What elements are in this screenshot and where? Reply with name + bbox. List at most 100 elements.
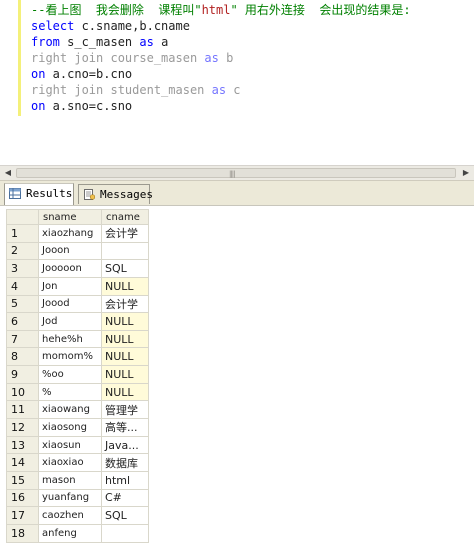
tab-results[interactable]: Results (4, 183, 74, 205)
table-row[interactable]: 8 momom% NULL (6, 347, 149, 367)
column-header-sname[interactable]: sname (38, 209, 102, 225)
table-row[interactable]: 10% NULL (6, 382, 149, 402)
comment-string: html (201, 3, 231, 17)
table-row[interactable]: 11 xiaowang 管理学 (6, 400, 149, 420)
editor-gutter (0, 0, 16, 165)
row-number[interactable]: 6 (6, 312, 39, 331)
comment-prefix: --看上图 我会删除 课程叫" (31, 3, 202, 17)
table-row[interactable]: 15 mason html (6, 470, 149, 490)
row-number[interactable]: 10 (6, 382, 39, 402)
table-row[interactable]: 17 caozhen SQL (6, 506, 149, 525)
cell-cname[interactable]: 会计学 (101, 224, 149, 243)
row-number[interactable]: 14 (6, 453, 39, 472)
cell-sname[interactable]: Jooooon (38, 259, 102, 278)
row-number[interactable]: 13 (6, 435, 39, 455)
cell-sname[interactable]: xiaosun (38, 435, 102, 455)
row-number[interactable]: 7 (6, 329, 39, 349)
horizontal-scrollbar[interactable]: ◀ |||| ▶ (0, 165, 474, 180)
keyword: on (31, 99, 46, 113)
cell-cname[interactable]: 数据库 (101, 453, 149, 472)
table-row[interactable]: 2 Jooon (6, 241, 149, 261)
cell-cname[interactable]: NULL (101, 276, 149, 296)
table-row[interactable]: 1 xiaozhang 会计学 (6, 224, 149, 243)
cell-cname[interactable]: 高等... (101, 418, 149, 437)
table-row[interactable]: 14 xiaoxiao 数据库 (6, 453, 149, 472)
row-number[interactable]: 8 (6, 347, 39, 367)
cell-sname[interactable]: yuanfang (38, 488, 102, 508)
table-row[interactable]: 9 %oo NULL (6, 365, 149, 384)
row-number[interactable]: 1 (6, 224, 39, 243)
cell-sname[interactable]: hehe%h (38, 329, 102, 349)
cell-sname[interactable]: xiaoxiao (38, 453, 102, 472)
row-number[interactable]: 9 (6, 365, 39, 384)
keyword: as (139, 35, 154, 49)
row-number[interactable]: 5 (6, 294, 39, 314)
table-row[interactable]: 3 Jooooon SQL (6, 259, 149, 278)
row-number[interactable]: 15 (6, 470, 39, 490)
cell-sname[interactable]: mason (38, 470, 102, 490)
keyword: as (204, 51, 219, 65)
row-number[interactable]: 18 (6, 523, 39, 543)
cell-sname[interactable]: xiaowang (38, 400, 102, 420)
cell-cname[interactable]: NULL (101, 312, 149, 331)
code-line-on-sno: on a.sno=c.sno (31, 98, 132, 114)
cell-sname[interactable]: momom% (38, 347, 102, 367)
scroll-right-arrow-icon[interactable]: ▶ (461, 168, 471, 178)
results-pane: sname cname 1 xiaozhang 会计学 2 Jooon 3 Jooooon S… (0, 205, 474, 552)
table-row[interactable]: 6 Jod NULL (6, 312, 149, 331)
scrollbar-thumb[interactable]: |||| (16, 168, 456, 178)
code-line-select: select c.sname,b.cname (31, 18, 190, 34)
cell-cname[interactable]: NULL (101, 365, 149, 384)
table-row[interactable]: 5 Joood 会计学 (6, 294, 149, 314)
cell-sname[interactable]: %oo (38, 365, 102, 384)
table-row[interactable]: 18 anfeng (6, 523, 149, 543)
cell-cname[interactable]: Java... (101, 435, 149, 455)
comment-line: --看上图 我会删除 课程叫"html" 用右外连接 会出现的结果是: (31, 2, 411, 18)
grid-corner[interactable] (6, 209, 39, 225)
results-grid[interactable]: sname cname 1 xiaozhang 会计学 2 Jooon 3 Jooooon S… (6, 209, 149, 543)
cell-cname[interactable]: SQL (101, 259, 149, 278)
table-row[interactable]: 16 yuanfang C# (6, 488, 149, 508)
cell-sname[interactable]: caozhen (38, 506, 102, 525)
cell-sname[interactable]: % (38, 382, 102, 402)
scroll-left-arrow-icon[interactable]: ◀ (3, 168, 13, 178)
code-line-right-join-course: right join course_masen as b (31, 50, 233, 66)
cell-cname[interactable]: SQL (101, 506, 149, 525)
table-row[interactable]: 4 Jon NULL (6, 276, 149, 296)
table-row[interactable]: 7 hehe%h NULL (6, 329, 149, 349)
row-number[interactable]: 16 (6, 488, 39, 508)
cell-sname[interactable]: Jod (38, 312, 102, 331)
code-text: s_c_masen (59, 35, 140, 49)
cell-cname[interactable]: C# (101, 488, 149, 508)
cell-cname[interactable]: NULL (101, 382, 149, 402)
row-number[interactable]: 17 (6, 506, 39, 525)
result-tabs: Results Messages (0, 180, 474, 206)
cell-sname[interactable]: Jon (38, 276, 102, 296)
table-row[interactable]: 13 xiaosun Java... (6, 435, 149, 455)
row-number[interactable]: 4 (6, 276, 39, 296)
changed-lines-marker (18, 0, 21, 116)
row-number[interactable]: 11 (6, 400, 39, 420)
cell-cname[interactable]: NULL (101, 329, 149, 349)
cell-sname[interactable]: xiaozhang (38, 224, 102, 243)
cell-cname[interactable]: 会计学 (101, 294, 149, 314)
row-number[interactable]: 2 (6, 241, 39, 261)
table-row[interactable]: 12 xiaosong 高等... (6, 418, 149, 437)
grid-header-row: sname cname (6, 209, 149, 225)
cell-sname[interactable]: Joood (38, 294, 102, 314)
cell-cname[interactable] (101, 241, 149, 261)
column-header-cname[interactable]: cname (101, 209, 149, 225)
keyword: select (31, 19, 75, 33)
query-editor[interactable]: --看上图 我会删除 课程叫"html" 用右外连接 会出现的结果是: sele… (0, 0, 474, 165)
cell-cname[interactable]: NULL (101, 347, 149, 367)
cell-cname[interactable]: html (101, 470, 149, 490)
tab-results-label: Results (26, 187, 73, 200)
row-number[interactable]: 3 (6, 259, 39, 278)
cell-sname[interactable]: Jooon (38, 241, 102, 261)
row-number[interactable]: 12 (6, 418, 39, 437)
tab-messages[interactable]: Messages (78, 184, 153, 204)
cell-sname[interactable]: xiaosong (38, 418, 102, 437)
cell-cname[interactable] (101, 523, 149, 543)
cell-sname[interactable]: anfeng (38, 523, 102, 543)
cell-cname[interactable]: 管理学 (101, 400, 149, 420)
